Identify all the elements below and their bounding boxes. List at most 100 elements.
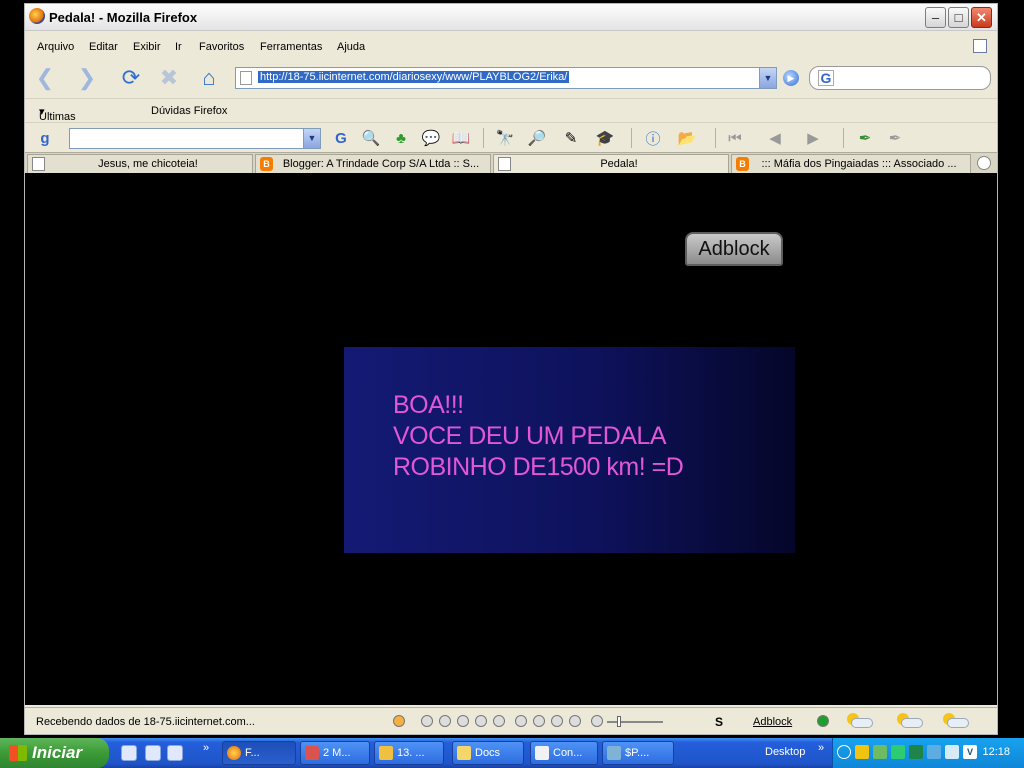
media-icon[interactable] (393, 715, 405, 727)
minimize-button[interactable]: – (925, 7, 946, 28)
tab-pedala[interactable]: Pedala! (493, 154, 729, 173)
google-search-icon[interactable]: G (331, 128, 351, 148)
play-icon[interactable] (439, 715, 451, 727)
url-bar[interactable]: http://18-75.iicinternet.com/diariosexy/… (235, 67, 777, 89)
previous-icon[interactable]: ◀ (765, 128, 785, 148)
application-icon (607, 746, 621, 760)
tray-speaker-icon[interactable] (945, 745, 959, 759)
home-icon[interactable]: ⌂ (195, 64, 223, 92)
rewind-icon[interactable]: ⏮ (725, 128, 745, 148)
pen-icon[interactable]: ✒ (855, 128, 875, 148)
tray-collapse-icon[interactable] (837, 745, 851, 759)
notepad-quicklaunch-icon[interactable] (145, 745, 161, 761)
search-box[interactable]: G (809, 66, 991, 90)
maximize-button[interactable]: □ (948, 7, 969, 28)
taskbar-item-13[interactable]: 13. ... (374, 741, 444, 765)
zoom-icon[interactable]: 🔎 (527, 128, 547, 148)
separator (483, 128, 484, 148)
page-info-icon[interactable] (973, 39, 987, 53)
google-search-engine-icon[interactable]: G (818, 70, 834, 86)
site-search-icon[interactable]: 🔍 (361, 128, 381, 148)
speech-bubble-icon[interactable]: 💬 (421, 128, 441, 148)
binoculars-icon[interactable]: 🔭 (495, 128, 515, 148)
tray-app-icon[interactable] (855, 745, 869, 759)
stop-media-icon[interactable] (475, 715, 487, 727)
eraser-icon[interactable]: ✒ (885, 128, 905, 148)
next-icon[interactable]: ▶ (803, 128, 823, 148)
taskbar-docs[interactable]: Docs (452, 741, 524, 765)
go-button[interactable]: ▶ (783, 70, 799, 86)
repeat-icon[interactable] (515, 715, 527, 727)
weather-icon[interactable] (939, 713, 969, 729)
tray-monitor-icon[interactable] (927, 745, 941, 759)
weather-icon[interactable] (843, 713, 873, 729)
ie-quicklaunch-icon[interactable] (121, 745, 137, 761)
bookmark-duvidas-firefox[interactable]: Dúvidas Firefox (151, 105, 227, 117)
folder-icon[interactable]: 📂 (677, 128, 697, 148)
volume-icon[interactable] (591, 715, 603, 727)
pause-icon[interactable] (457, 715, 469, 727)
blogger-icon: B (736, 157, 749, 171)
next-track-icon[interactable] (493, 715, 505, 727)
playlist-icon[interactable] (569, 715, 581, 727)
tab-blogger-trindade[interactable]: B Blogger: A Trindade Corp S/A Ltda :: S… (255, 154, 491, 173)
status-adblock-link[interactable]: Adblock (753, 716, 792, 728)
menu-exibir[interactable]: Exibir (133, 41, 161, 53)
desktop-toolbar-label[interactable]: Desktop (765, 746, 805, 758)
document-icon (535, 746, 549, 760)
info-icon[interactable]: ⓘ (643, 128, 663, 148)
tab-label: ::: Máfia dos Pingaiadas ::: Associado .… (761, 158, 957, 170)
stop-icon[interactable]: ✖ (155, 64, 183, 92)
taskbar-messenger[interactable]: 2 M... (300, 741, 370, 765)
url-dropdown-icon[interactable]: ▼ (759, 68, 776, 88)
google-toolbar-search-input[interactable]: ▼ (69, 128, 321, 149)
google-toolbar-dropdown-icon[interactable]: ▼ (303, 129, 320, 148)
tab-jesus-me-chicoteia[interactable]: Jesus, me chicoteia! (27, 154, 253, 173)
messenger-icon (305, 746, 319, 760)
taskbar-firefox[interactable]: F... (222, 741, 296, 765)
tray-shield-icon[interactable] (891, 745, 905, 759)
graduation-cap-icon[interactable]: 🎓 (595, 128, 615, 148)
eject-icon[interactable] (551, 715, 563, 727)
menu-editar[interactable]: Editar (89, 41, 118, 53)
back-arrow-icon[interactable]: ❮ (31, 64, 59, 92)
pencil-icon (379, 746, 393, 760)
close-tab-icon[interactable] (977, 156, 991, 170)
book-icon[interactable]: 📖 (451, 128, 471, 148)
highlighter-icon[interactable]: ✎ (561, 128, 581, 148)
tray-users-icon[interactable] (873, 745, 887, 759)
tab-label: Jesus, me chicoteia! (98, 158, 198, 170)
firefox-icon (29, 8, 45, 24)
taskbar-con[interactable]: Con... (530, 741, 598, 765)
reload-icon[interactable]: ⟳ (117, 64, 145, 92)
clover-icon[interactable]: ♣ (391, 128, 411, 148)
toolbar-expand-icon[interactable]: » (818, 742, 824, 754)
quicklaunch-expand-icon[interactable]: » (203, 742, 209, 754)
green-status-icon[interactable] (817, 715, 829, 727)
acrobat-quicklaunch-icon[interactable] (167, 745, 183, 761)
taskbar-p[interactable]: $P.... (602, 741, 674, 765)
windows-logo-icon (9, 745, 27, 761)
shuffle-icon[interactable] (533, 715, 545, 727)
s-logo-icon[interactable]: S (715, 715, 723, 729)
bookmark-ultimas-noticias[interactable]: Últimas notícias ▾ (39, 105, 77, 135)
adblock-tab-button[interactable]: Adblock (685, 232, 783, 266)
separator (631, 128, 632, 148)
menu-ir[interactable]: Ir (175, 41, 182, 53)
tray-network-icon[interactable] (909, 745, 923, 759)
close-button[interactable]: ✕ (971, 7, 992, 28)
menu-ferramentas[interactable]: Ferramentas (260, 41, 322, 53)
tray-v-icon[interactable]: V (963, 745, 977, 759)
volume-slider[interactable] (607, 721, 663, 723)
menu-arquivo[interactable]: Arquivo (37, 41, 74, 53)
tab-mafia-dos-pingaiadas[interactable]: B ::: Máfia dos Pingaiadas ::: Associado… (731, 154, 971, 173)
menu-ajuda[interactable]: Ajuda (337, 41, 365, 53)
google-logo-icon[interactable]: g (35, 128, 55, 148)
volume-slider-thumb[interactable] (617, 716, 621, 727)
start-button[interactable]: Iniciar (0, 738, 109, 768)
prev-track-icon[interactable] (421, 715, 433, 727)
menu-favoritos[interactable]: Favoritos (199, 41, 244, 53)
forward-arrow-icon[interactable]: ❯ (73, 64, 101, 92)
url-text[interactable]: http://18-75.iicinternet.com/diariosexy/… (258, 71, 570, 83)
weather-icon[interactable] (893, 713, 923, 729)
